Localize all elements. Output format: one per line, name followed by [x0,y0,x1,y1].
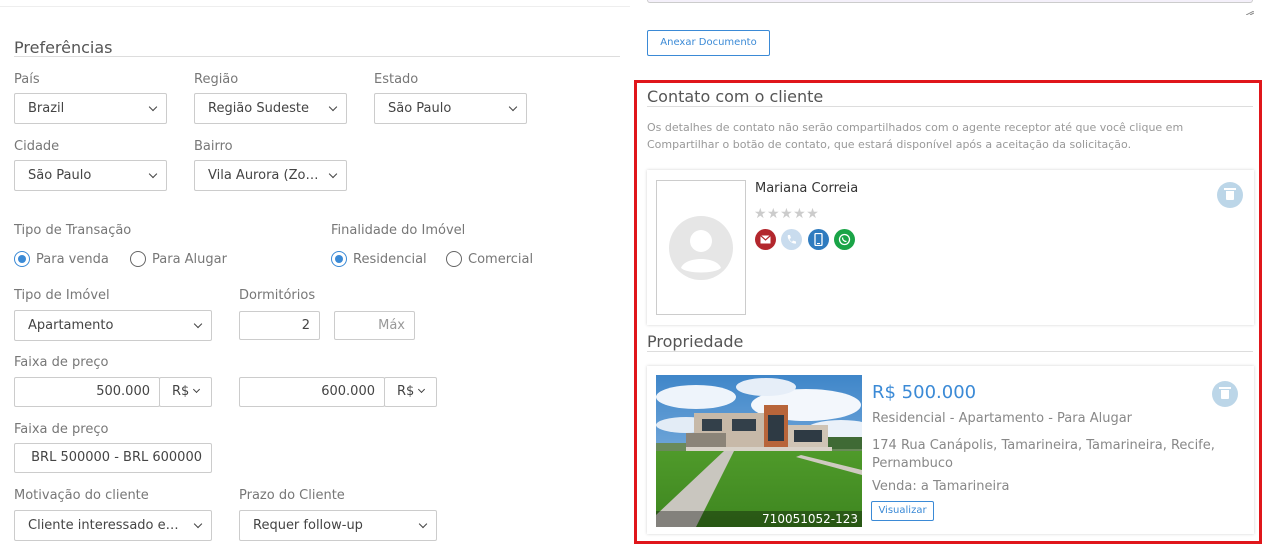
region-label: Região [194,72,239,87]
property-type-label: Tipo de Imóvel [14,288,110,303]
purpose-label: Finalidade do Imóvel [331,223,466,238]
property-card: 710051052-123 R$ 500.000 Residencial - A… [647,366,1254,534]
contact-divider [647,106,1253,107]
price-range-summary-label: Faixa de preço [14,422,109,437]
view-property-button[interactable]: Visualizar [871,501,934,521]
property-type-line: Residencial - Apartamento - Para Alugar [872,411,1133,426]
property-price: R$ 500.000 [872,382,977,403]
whatsapp-icon[interactable] [834,229,855,250]
motivation-label: Motivação do cliente [14,488,149,503]
bedrooms-label: Dormitórios [239,288,316,303]
neighborhood-select[interactable]: Vila Aurora (Zona Norte) [194,160,347,191]
motivation-select[interactable]: Cliente interessado em visitar [14,510,212,541]
country-label: País [14,72,40,87]
state-select[interactable]: São Paulo [374,93,527,124]
region-value: Região Sudeste [208,101,309,116]
top-divider [0,0,630,7]
attach-document-button[interactable]: Anexar Documento [647,30,770,56]
email-icon[interactable] [755,229,776,250]
deadline-value: Requer follow-up [253,518,363,533]
preferences-title: Preferências [14,38,113,57]
chevron-down-icon [418,519,428,529]
neighborhood-label: Bairro [194,139,233,154]
radio-commercial-label: Comercial [468,252,534,267]
city-label: Cidade [14,139,60,154]
contact-description: Os detalhes de contato não serão compart… [647,121,1184,151]
delete-property-icon[interactable] [1212,381,1238,407]
phone-icon[interactable] [781,229,802,250]
property-type-select[interactable]: Apartamento [14,310,212,341]
radio-for-rent-label: Para Alugar [152,252,227,267]
state-value: São Paulo [388,101,452,116]
property-title: Propriedade [647,332,744,351]
price-max-input[interactable]: 600.000 [239,377,385,407]
state-label: Estado [374,72,419,87]
contact-photo-frame [656,180,746,315]
preferences-section: Preferências País Brazil Região Região S… [0,0,630,549]
chevron-down-icon [328,102,338,112]
currency-value: R$ [397,384,415,399]
chevron-down-icon [148,102,158,112]
chevron-down-icon [417,385,426,394]
property-divider [647,351,1253,352]
delete-contact-icon[interactable] [1217,182,1243,208]
property-sale: Venda: a Tamarineira [872,479,1010,494]
contact-title: Contato com o cliente [647,87,824,106]
preferences-divider [14,56,620,57]
radio-residential-label: Residencial [353,252,427,267]
property-photo[interactable]: 710051052-123 [656,375,862,527]
bedrooms-min-input[interactable]: 2 [239,311,320,340]
transaction-label: Tipo de Transação [14,223,132,238]
deadline-select[interactable]: Requer follow-up [239,510,437,541]
motivation-value: Cliente interessado em visitar [28,518,212,533]
country-value: Brazil [28,101,65,116]
city-value: São Paulo [28,168,92,183]
mobile-icon[interactable] [808,229,829,250]
radio-residential[interactable] [331,251,347,267]
price-range-summary-field: BRL 500000 - BRL 600000 [14,443,212,473]
property-type-value: Apartamento [28,318,114,333]
house-photo-image [656,375,862,527]
property-address: 174 Rua Canápolis, Tamarineira, Tamarine… [872,438,1215,471]
avatar-placeholder-icon [669,216,733,280]
textarea-bottom-edge [647,0,1253,3]
city-select[interactable]: São Paulo [14,160,167,191]
radio-for-sale[interactable] [14,251,30,267]
price-min-currency-select[interactable]: R$ [159,377,212,407]
price-min-input[interactable]: 500.000 [14,377,160,407]
price-max-currency-select[interactable]: R$ [384,377,437,407]
deadline-label: Prazo do Cliente [239,488,345,503]
property-ref: 710051052-123 [762,512,858,526]
radio-commercial[interactable] [446,251,462,267]
contact-name: Mariana Correia [755,181,859,196]
neighborhood-value: Vila Aurora (Zona Norte) [208,168,347,183]
chevron-down-icon [148,169,158,179]
region-select[interactable]: Região Sudeste [194,93,347,124]
radio-for-sale-label: Para venda [36,252,109,267]
bedrooms-max-input[interactable]: Máx [334,311,415,340]
currency-value: R$ [172,384,190,399]
contact-card: Mariana Correia ★★★★★ [647,170,1254,325]
chevron-down-icon [508,102,518,112]
chevron-down-icon [193,319,203,329]
price-range-label: Faixa de preço [14,355,109,370]
radio-for-rent[interactable] [130,251,146,267]
chevron-down-icon [192,385,201,394]
country-select[interactable]: Brazil [14,93,167,124]
rating-stars: ★★★★★ [754,206,820,222]
resize-handle[interactable] [1245,0,1255,16]
